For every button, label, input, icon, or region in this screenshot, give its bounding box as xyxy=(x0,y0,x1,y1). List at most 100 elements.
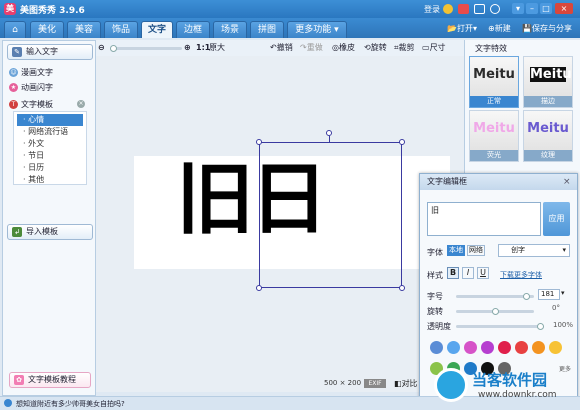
font-select[interactable]: 创字 ▾ xyxy=(498,244,570,257)
import-template-button[interactable]: ↲ 导入模板 xyxy=(7,224,93,240)
image-size: 500 × 200 xyxy=(324,379,362,387)
zoom-slider[interactable] xyxy=(110,45,182,52)
menu-button[interactable]: ▾ xyxy=(512,3,524,14)
template-header[interactable]: T 文字模板 xyxy=(7,98,53,111)
color-swatch[interactable] xyxy=(549,341,562,354)
size-input[interactable]: 181 xyxy=(538,289,560,300)
crop-button[interactable]: ⌗裁剪 xyxy=(394,42,415,54)
resize-handle-bl[interactable] xyxy=(256,285,262,291)
size-label: 字号 xyxy=(427,292,443,301)
maximize-button[interactable]: □ xyxy=(540,3,552,14)
tree-item-mood[interactable]: · 心情 xyxy=(17,114,83,126)
dialog-close-button[interactable]: × xyxy=(563,177,571,187)
new-button[interactable]: ⊕新建 xyxy=(488,22,511,35)
opacity-slider[interactable] xyxy=(456,323,544,330)
effect-stroke[interactable]: Meitu 描边 xyxy=(523,56,573,108)
status-hint[interactable]: 想知道附近有多少帅哥美女自拍吗? xyxy=(16,399,125,409)
exif-badge[interactable]: EXIF xyxy=(364,379,386,388)
zoom-knob[interactable] xyxy=(110,45,117,52)
save-share-label: 保存与分享 xyxy=(531,24,572,33)
template-tutorial-button[interactable]: ✿ 文字模板教程 xyxy=(9,372,91,388)
effect-label: 荧光 xyxy=(470,150,518,161)
tab-collage[interactable]: 拼图 xyxy=(250,21,284,38)
size-slider[interactable] xyxy=(456,293,534,300)
effect-normal[interactable]: Meitu 正常 xyxy=(469,56,519,108)
anim-text-item[interactable]: ★ 动画闪字 xyxy=(7,81,53,94)
tree-item-label: 外文 xyxy=(28,139,45,148)
tab-text[interactable]: 文字 xyxy=(141,21,173,38)
redo-button[interactable]: ↷重做 xyxy=(300,42,323,54)
eraser-button[interactable]: ◎橡皮 xyxy=(332,42,355,54)
underline-button[interactable]: U xyxy=(477,267,489,279)
opacity-label: 透明度 xyxy=(427,322,451,331)
bold-button[interactable]: B xyxy=(447,267,459,279)
collapse-icon[interactable]: × xyxy=(77,100,85,108)
rotate-button[interactable]: ⟲旋转 xyxy=(364,42,387,54)
font-label: 字体 xyxy=(427,248,443,257)
open-button[interactable]: 📂打开▾ xyxy=(447,22,477,35)
input-text-button[interactable]: ✎ 输入文字 xyxy=(7,44,93,60)
animation-icon: ★ xyxy=(9,83,18,92)
save-share-button[interactable]: 💾保存与分享 xyxy=(522,22,572,35)
comic-text-item[interactable]: ☺ 漫画文字 xyxy=(7,66,53,79)
color-swatch[interactable] xyxy=(481,341,494,354)
rotate-knob[interactable] xyxy=(491,308,499,315)
apply-button[interactable]: 应用 xyxy=(543,202,570,236)
size-dropdown-icon[interactable]: ▾ xyxy=(561,289,565,297)
avatar-icon[interactable] xyxy=(443,4,453,14)
template-icon: T xyxy=(9,100,18,109)
tree-item-netslang[interactable]: · 网络流行语 xyxy=(17,126,83,138)
zoom-out-icon[interactable]: ⊖ xyxy=(98,42,105,54)
tree-item-other[interactable]: · 其他 xyxy=(17,174,83,186)
app-logo-icon: 美 xyxy=(4,3,16,15)
home-tab[interactable]: ⌂ xyxy=(4,21,26,38)
color-swatch[interactable] xyxy=(447,341,460,354)
more-features-tab[interactable]: 更多功能 ▾ xyxy=(287,21,347,38)
tab-scene[interactable]: 场景 xyxy=(213,21,247,38)
left-panel: ✎ 输入文字 ☺ 漫画文字 ★ 动画闪字 T 文字模板 × · 心情 · 网络流… xyxy=(2,40,96,396)
tab-beautify[interactable]: 美化 xyxy=(30,21,64,38)
color-swatch[interactable] xyxy=(430,341,443,354)
resize-handle-tr[interactable] xyxy=(399,139,405,145)
tab-frame[interactable]: 边框 xyxy=(176,21,210,38)
font-local-tab[interactable]: 本地 xyxy=(447,245,465,256)
rotate-handle[interactable] xyxy=(326,130,332,136)
tree-item-label: 节日 xyxy=(28,151,45,160)
italic-button[interactable]: I xyxy=(462,267,474,279)
download-font-link[interactable]: 下载更多字体 xyxy=(500,270,542,280)
settings-icon[interactable] xyxy=(490,4,500,14)
rotate-slider[interactable] xyxy=(456,308,534,315)
size-knob[interactable] xyxy=(523,293,531,300)
login-link[interactable]: 登录 xyxy=(424,4,440,15)
color-swatch[interactable] xyxy=(464,341,477,354)
effect-word: Meitu xyxy=(473,67,515,82)
color-swatch[interactable] xyxy=(532,341,545,354)
original-size-button[interactable]: 原大 xyxy=(209,42,225,54)
undo-button[interactable]: ↶撤销 xyxy=(270,42,293,54)
skin-icon[interactable] xyxy=(474,4,485,14)
text-input[interactable]: 旧 xyxy=(427,202,541,236)
tab-cosmetic[interactable]: 美容 xyxy=(67,21,101,38)
tree-item-foreign[interactable]: · 外文 xyxy=(17,138,83,150)
font-net-tab[interactable]: 网络 xyxy=(467,245,485,256)
minimize-button[interactable]: – xyxy=(526,3,538,14)
compare-button[interactable]: ◧对比 xyxy=(394,378,418,389)
effect-word: Meitu xyxy=(473,121,515,136)
close-button[interactable]: × xyxy=(555,3,573,14)
resize-button[interactable]: ▭尺寸 xyxy=(422,42,446,54)
effect-word: Meitu xyxy=(530,67,572,82)
opacity-knob[interactable] xyxy=(537,323,544,330)
tree-item-calendar[interactable]: · 日历 xyxy=(17,162,83,174)
resize-handle-tl[interactable] xyxy=(256,139,262,145)
effect-texture[interactable]: Meitu 纹理 xyxy=(523,110,573,162)
tab-accessories[interactable]: 饰品 xyxy=(104,21,138,38)
color-swatch[interactable] xyxy=(515,341,528,354)
weibo-icon[interactable] xyxy=(458,4,469,14)
open-label: 打开 xyxy=(456,24,473,33)
effect-glow[interactable]: Meitu 荧光 xyxy=(469,110,519,162)
zoom-in-icon[interactable]: ⊕ xyxy=(184,42,191,54)
tree-item-festival[interactable]: · 节日 xyxy=(17,150,83,162)
color-swatch[interactable] xyxy=(498,341,511,354)
text-selection-box[interactable] xyxy=(259,142,402,288)
resize-handle-br[interactable] xyxy=(399,285,405,291)
